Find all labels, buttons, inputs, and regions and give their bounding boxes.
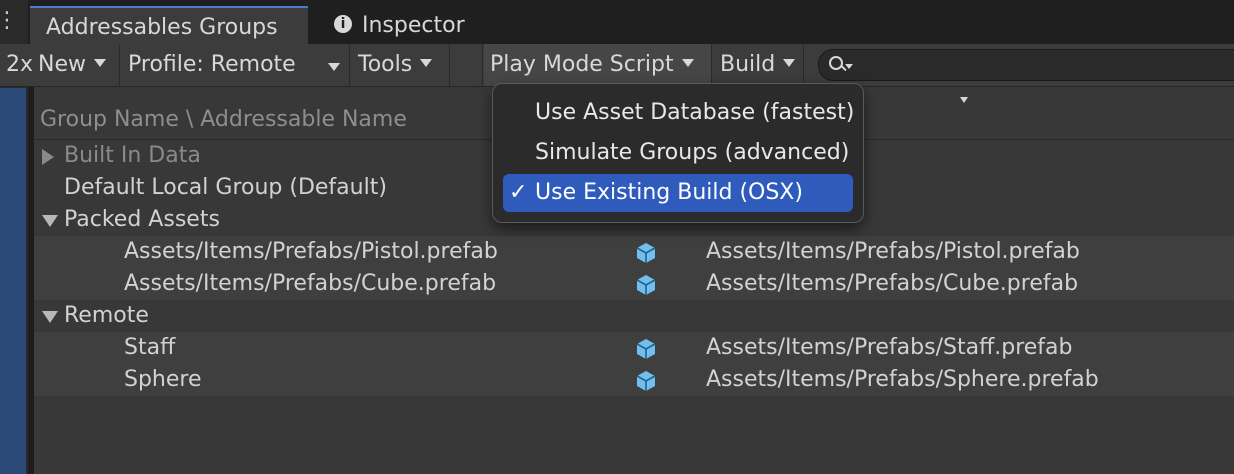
chevron-down-icon [94,59,106,67]
asset-row-sphere[interactable]: Sphere Assets/Items/Prefabs/Sphere.prefa… [34,364,1234,396]
profile-label: Profile: Remote [128,52,296,77]
search-input[interactable] [818,49,1234,81]
play-mode-script-dropdown[interactable]: Play Mode Script [484,44,712,86]
tools-label: Tools [358,52,413,77]
toolbar: 2x New Profile: Remote Tools Play Mode S… [0,44,1234,87]
asset-name: Sphere [124,367,202,392]
menu-item-label: Simulate Groups (advanced) [535,140,850,165]
column-sort-icon[interactable] [960,97,968,103]
chevron-down-icon [420,59,433,67]
build-button[interactable]: Build [714,44,804,86]
new-button[interactable]: New [32,44,120,86]
asset-row-staff[interactable]: Staff Assets/Items/Prefabs/Staff.prefab [34,332,1234,364]
group-name: Remote [64,303,149,328]
profile-dropdown[interactable]: Profile: Remote [122,44,350,86]
chevron-down-icon [783,59,796,67]
tools-button[interactable]: Tools [352,44,450,86]
search-icon [829,56,843,70]
play-mode-label: Play Mode Script [490,52,674,77]
menu-item-use-existing-build[interactable]: ✓ Use Existing Build (OSX) [503,174,853,212]
prefab-icon [636,275,656,295]
prefab-icon [636,339,656,359]
chevron-down-icon [681,59,694,67]
asset-path: Assets/Items/Prefabs/Staff.prefab [706,335,1073,360]
asset-row-pistol[interactable]: Assets/Items/Prefabs/Pistol.prefab Asset… [34,236,1234,268]
chevron-down-icon[interactable] [845,64,853,69]
play-mode-script-menu: Use Asset Database (fastest) Simulate Gr… [492,83,864,223]
menu-item-use-asset-database[interactable]: Use Asset Database (fastest) [503,94,855,132]
zoom-label: 2x [6,52,32,77]
menu-item-label: Use Existing Build (OSX) [535,180,803,205]
tab-bar: Addressables Groups i Inspector [28,0,1234,44]
checkmark-icon: ✓ [509,180,528,205]
tab-addressables-groups[interactable]: Addressables Groups [30,6,308,44]
left-panel-edge [0,88,26,474]
build-label: Build [720,52,776,77]
asset-name: Staff [124,335,176,360]
asset-name: Assets/Items/Prefabs/Cube.prefab [124,271,497,296]
menu-item-simulate-groups[interactable]: Simulate Groups (advanced) [503,134,853,172]
menu-item-label: Use Asset Database (fastest) [535,100,855,125]
group-name: Default Local Group (Default) [64,175,387,200]
chevron-down-icon[interactable] [42,215,58,227]
group-name: Built In Data [64,143,201,168]
more-options-icon[interactable]: ⋮ [0,10,18,32]
tab-inspector[interactable]: i Inspector [318,6,518,44]
prefab-icon [636,243,656,263]
chevron-down-icon[interactable] [42,311,58,323]
prefab-icon [636,371,656,391]
new-label: New [38,52,86,77]
asset-row-cube[interactable]: Assets/Items/Prefabs/Cube.prefab Assets/… [34,268,1234,300]
asset-path: Assets/Items/Prefabs/Sphere.prefab [706,367,1099,392]
toolbar-spacer [452,44,483,86]
chevron-down-icon [328,63,340,71]
group-name: Packed Assets [64,207,220,232]
column-header-label: Group Name \ Addressable Name [40,107,407,132]
asset-name: Assets/Items/Prefabs/Pistol.prefab [124,239,498,264]
tab-label: Addressables Groups [46,15,278,40]
group-row-remote[interactable]: Remote [34,300,1234,332]
chevron-right-icon[interactable] [42,149,54,165]
asset-path: Assets/Items/Prefabs/Cube.prefab [706,271,1079,296]
tab-label: Inspector [362,13,465,38]
info-icon: i [334,15,352,33]
asset-path: Assets/Items/Prefabs/Pistol.prefab [706,239,1080,264]
